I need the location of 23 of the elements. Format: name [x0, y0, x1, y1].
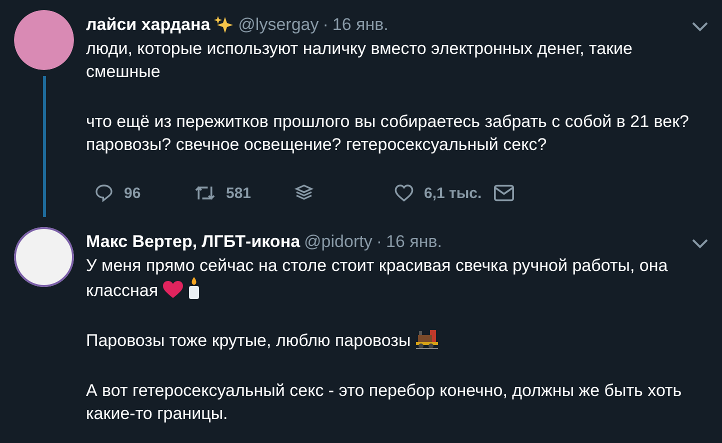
- tweet-text: А вот гетеросексуальный секс - это перебор конечно, должны же быть хоть какие-то границы.: [86, 381, 682, 423]
- tweet-date[interactable]: 16 янв.: [332, 14, 388, 36]
- display-name[interactable]: Макс Вертер, ЛГБТ-икона: [86, 231, 300, 253]
- avatar[interactable]: [14, 227, 74, 287]
- like-count: 6,1 тыс.: [424, 184, 482, 202]
- tweet-date[interactable]: 16 янв.: [386, 231, 442, 253]
- retweet-count: 581: [226, 184, 252, 202]
- username[interactable]: @pidorty: [304, 231, 372, 253]
- avatar[interactable]: [14, 10, 74, 70]
- display-name[interactable]: лайси хардана: [86, 14, 210, 36]
- chevron-down-icon[interactable]: [692, 22, 708, 32]
- tweet-text: Паровозы тоже крутые, люблю паровозы: [86, 331, 411, 350]
- envelope-icon[interactable]: [494, 184, 514, 202]
- username[interactable]: @lysergay: [238, 14, 319, 36]
- tweet-text: У меня прямо сейчас на столе стоит красивая свечка ручной работы, она классная: [86, 256, 668, 300]
- reply-count: 96: [124, 184, 141, 202]
- reply-icon[interactable]: [94, 183, 114, 203]
- tweet-text: люди, которые используют наличку вместо электронных денег, такие смешные: [86, 39, 632, 81]
- chevron-down-icon[interactable]: [692, 239, 708, 249]
- heart-icon[interactable]: [394, 183, 414, 203]
- tweet-text: что ещё из пережитков прошлого вы собираетесь забрать с собой в 21 век? паровозы? свечное освещение? гетеросексуальный секс?: [86, 112, 689, 154]
- separator: ·: [322, 14, 328, 36]
- separator: ·: [376, 231, 382, 253]
